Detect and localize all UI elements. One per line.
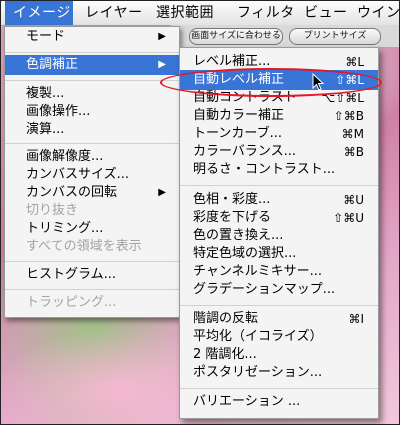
submenu-item-curves[interactable]: トーンカーブ... ⌘M: [180, 124, 378, 144]
submenu-item-gradient-map[interactable]: グラデーションマップ...: [180, 280, 378, 300]
submenu-arrow-icon: ▶: [158, 187, 166, 198]
menu-item-rotate-canvas[interactable]: カンバスの回転 ▶: [5, 183, 179, 203]
menu-item-label: 色調補正: [26, 57, 79, 72]
menu-item-label: 色相・彩度...: [193, 192, 271, 207]
menu-item-image-size[interactable]: 画像解像度...: [5, 147, 179, 167]
submenu-item-replace-color[interactable]: 色の置き換え...: [180, 226, 378, 246]
menu-divider: [180, 305, 378, 306]
menu-item-histogram[interactable]: ヒストグラム...: [5, 265, 179, 285]
shortcut-label: ⇧⌘U: [333, 211, 364, 225]
print-size-button[interactable]: プリントサイズ: [289, 28, 381, 45]
menu-item-trap: トラッピング...: [26, 295, 117, 310]
menu-layer[interactable]: レイヤー: [85, 1, 143, 25]
shortcut-label: ⌘M: [341, 127, 364, 141]
menu-image[interactable]: イメージ: [5, 1, 73, 25]
menu-divider: [5, 80, 179, 81]
submenu-arrow-icon: ▶: [158, 31, 166, 42]
submenu-item-invert[interactable]: 階調の反転 ⌘I: [180, 309, 378, 329]
submenu-item-posterize[interactable]: ポスタリゼーション...: [180, 363, 378, 383]
menu-divider: [5, 143, 179, 144]
submenu-item-threshold[interactable]: 2 階調化...: [180, 345, 378, 365]
menu-divider: [5, 289, 179, 290]
mouse-cursor-icon: [312, 72, 325, 95]
menu-divider: [180, 388, 378, 389]
shortcut-label: ⌘B: [343, 145, 364, 159]
submenu-item-auto-color[interactable]: 自動カラー補正 ⇧⌘B: [180, 106, 378, 126]
menu-item-label: カラーバランス...: [193, 144, 297, 159]
menu-item-label: レベル補正...: [193, 54, 271, 69]
menu-item-reveal-all: すべての領域を表示: [26, 239, 142, 254]
shortcut-label: ⌘L: [345, 55, 364, 69]
highlight-ellipse: [160, 68, 382, 97]
menu-item-mode[interactable]: モード ▶: [5, 27, 179, 47]
submenu-item-hue-saturation[interactable]: 色相・彩度... ⌘U: [180, 190, 378, 210]
fit-screen-button[interactable]: 画面サイズに合わせる: [189, 28, 283, 45]
menu-item-apply-image[interactable]: 画像操作...: [5, 102, 179, 122]
submenu-arrow-icon: ▶: [158, 59, 166, 70]
image-menu: モード ▶ 色調補正 ▶ 複製... 画像操作... 演算... 画像解像度..…: [4, 26, 180, 318]
shortcut-label: ⌘I: [348, 312, 364, 326]
screenshot-frame: イメージ レイヤー 選択範囲 フィルタ ビュー ウインド 画面サイズに合わせる …: [0, 0, 400, 425]
submenu-item-color-balance[interactable]: カラーバランス... ⌘B: [180, 142, 378, 162]
menu-item-trim[interactable]: トリミング...: [5, 219, 179, 239]
submenu-item-equalize[interactable]: 平均化（イコライズ）: [180, 327, 378, 347]
shortcut-label: ⌘U: [343, 193, 364, 207]
menu-item-canvas-size[interactable]: カンバスサイズ...: [5, 165, 179, 185]
menu-divider: [5, 261, 179, 262]
menu-filter[interactable]: フィルタ: [237, 1, 295, 25]
menu-item-adjust[interactable]: 色調補正 ▶: [5, 55, 179, 75]
submenu-item-variations[interactable]: バリエーション ...: [180, 392, 378, 412]
menu-item-label: カンバスの回転: [26, 185, 118, 200]
menu-item-crop: 切り抜き: [26, 203, 79, 218]
adjustments-submenu: レベル補正... ⌘L 自動レベル補正 ⇧⌘L 自動コントラスト ⌥⇧⌘L 自動…: [179, 47, 379, 419]
submenu-item-brightness-contrast[interactable]: 明るさ・コントラスト...: [180, 160, 378, 180]
menu-bar: イメージ レイヤー 選択範囲 フィルタ ビュー ウインド: [1, 1, 399, 26]
submenu-item-channel-mixer[interactable]: チャンネルミキサー...: [180, 262, 378, 282]
menu-item-duplicate[interactable]: 複製...: [5, 84, 179, 104]
menu-divider: [5, 52, 179, 53]
menu-item-label: 彩度を下げる: [193, 210, 272, 225]
menu-divider: [180, 185, 378, 186]
menu-item-label: トーンカーブ...: [193, 126, 282, 141]
menu-select[interactable]: 選択範囲: [156, 1, 214, 25]
submenu-item-selective-color[interactable]: 特定色域の選択...: [180, 244, 378, 264]
menu-window[interactable]: ウインド: [357, 1, 399, 25]
menu-item-label: 階調の反転: [193, 311, 259, 326]
menu-item-label: 自動カラー補正: [193, 108, 285, 123]
menu-view[interactable]: ビュー: [304, 1, 348, 25]
shortcut-label: ⇧⌘B: [333, 109, 364, 123]
menu-item-calculations[interactable]: 演算...: [5, 120, 179, 140]
options-bar: 画面サイズに合わせる プリントサイズ: [171, 25, 399, 48]
submenu-item-desaturate[interactable]: 彩度を下げる ⇧⌘U: [180, 208, 378, 228]
menu-item-label: モード: [26, 29, 66, 44]
